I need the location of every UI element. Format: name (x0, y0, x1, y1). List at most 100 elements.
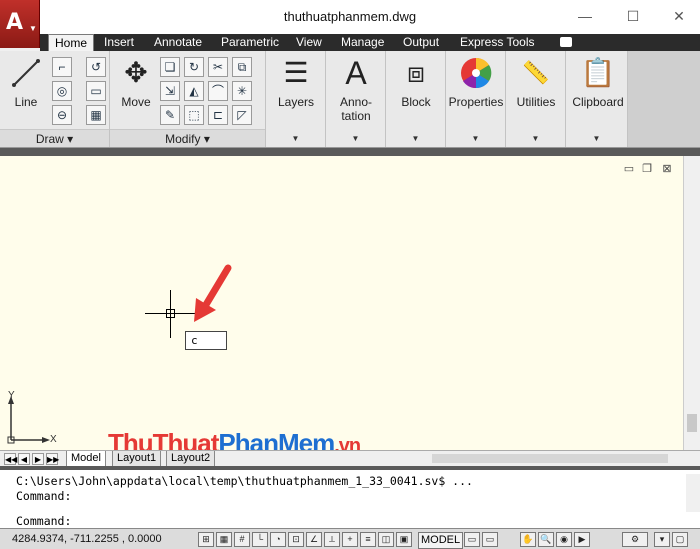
layers-label: Layers (277, 95, 315, 109)
mirror-icon[interactable]: ◭ (184, 81, 204, 101)
viewport-restore-icon[interactable]: ❐ (640, 162, 654, 176)
tab-model[interactable]: Model (66, 451, 106, 467)
viewport-minimize-icon[interactable]: ▭ (622, 162, 636, 176)
move-button[interactable]: ✥ Move (114, 55, 158, 129)
clean-screen-icon[interactable]: ▢ (672, 532, 688, 547)
application-menu-button[interactable]: A ▼ (0, 0, 40, 48)
maximize-button[interactable]: ☐ (618, 6, 648, 26)
polar-icon[interactable]: ◔ (270, 532, 286, 547)
vertical-scrollbar[interactable] (683, 156, 700, 450)
ortho-icon[interactable]: └ (252, 532, 268, 547)
layers-button[interactable]: ☰ Layers (270, 55, 322, 129)
explode-icon[interactable]: ✳ (232, 81, 252, 101)
minimize-ribbon-icon[interactable] (560, 37, 572, 47)
clipboard-dropdown-icon[interactable]: ▼ (566, 134, 627, 143)
otrack-icon[interactable]: ∠ (306, 532, 322, 547)
quick-properties-icon[interactable]: ▣ (396, 532, 412, 547)
pan-icon[interactable]: ✋ (520, 532, 536, 547)
chamfer-icon[interactable]: ◸ (232, 105, 252, 125)
copy-icon[interactable]: ❏ (160, 57, 180, 77)
tab-view[interactable]: View (290, 34, 328, 51)
dynamic-input-icon[interactable]: + (342, 532, 358, 547)
scale-icon[interactable]: ⬚ (184, 105, 204, 125)
dynamic-input-field[interactable]: c (185, 331, 227, 350)
draw-panel: Line ⌐ ◎ ⊖ ↺ ▭ ▦ Draw ▾ (0, 51, 110, 147)
ducs-icon[interactable]: ⟂ (324, 532, 340, 547)
line-button[interactable]: Line (4, 55, 48, 129)
quick-view-layouts-icon[interactable]: ▭ (464, 532, 480, 547)
properties-button[interactable]: Properties (448, 55, 504, 129)
grid-icon[interactable]: # (234, 532, 250, 547)
tab-manage[interactable]: Manage (335, 34, 390, 51)
block-label: Block (401, 95, 431, 109)
osnap-icon[interactable]: ⊡ (288, 532, 304, 547)
offset-icon[interactable]: ⊏ (208, 105, 228, 125)
annotation-label-top: Anno- (339, 95, 373, 109)
hatch-icon[interactable]: ▦ (86, 105, 106, 125)
tab-parametric[interactable]: Parametric (215, 34, 285, 51)
drawing-canvas[interactable] (0, 156, 683, 450)
draw-panel-title[interactable]: Draw ▾ (0, 129, 109, 147)
prev-layout-button[interactable]: ◀ (18, 453, 30, 465)
tab-express-tools[interactable]: Express Tools (454, 34, 540, 51)
block-button[interactable]: ⧈ Block (390, 55, 442, 129)
lineweight-icon[interactable]: ≡ (360, 532, 376, 547)
polyline-icon[interactable]: ⌐ (52, 57, 72, 77)
ribbon-tabs: Home Insert Annotate Parametric View Man… (40, 34, 700, 51)
title-bar: thuthuatphanmem.dwg — ☐ ✕ (0, 0, 700, 34)
workspace-switching-icon[interactable]: ⚙ (622, 532, 648, 547)
horizontal-scrollbar-track[interactable] (432, 454, 668, 463)
close-button[interactable]: ✕ (664, 6, 694, 26)
transparency-icon[interactable]: ◫ (378, 532, 394, 547)
horizontal-scrollbar[interactable] (420, 452, 680, 464)
line-label: Line (14, 95, 38, 109)
tab-insert[interactable]: Insert (98, 34, 140, 51)
annotation-dropdown-icon[interactable]: ▼ (326, 134, 385, 143)
tab-home[interactable]: Home (48, 34, 95, 51)
block-dropdown-icon[interactable]: ▼ (386, 134, 445, 143)
infer-constraints-icon[interactable]: ⊞ (198, 532, 214, 547)
quick-view-drawings-icon[interactable]: ▭ (482, 532, 498, 547)
scrollbar-thumb[interactable] (687, 414, 697, 432)
tab-layout1[interactable]: Layout1 (112, 451, 162, 467)
first-layout-button[interactable]: ◀◀ (4, 453, 17, 465)
fillet-icon[interactable]: ⌒ (208, 81, 228, 101)
tab-layout2[interactable]: Layout2 (166, 451, 216, 467)
next-layout-button[interactable]: ▶ (32, 453, 44, 465)
ellipse-icon[interactable]: ⊖ (52, 105, 72, 125)
properties-panel: Properties ▼ (446, 51, 506, 147)
modify-panel-title[interactable]: Modify ▾ (110, 129, 265, 147)
command-scrollbar[interactable] (686, 474, 700, 512)
annotation-button[interactable]: A Anno- tation (330, 55, 382, 129)
status-menu-icon[interactable]: ▾ (654, 532, 670, 547)
rectangle-icon[interactable]: ▭ (86, 81, 106, 101)
model-space-toggle[interactable]: MODEL (418, 532, 464, 549)
array-icon[interactable]: ⧉ (232, 57, 252, 77)
last-layout-button[interactable]: ▶▶ (46, 453, 59, 465)
ribbon-empty-area (628, 51, 700, 147)
minimize-button[interactable]: — (570, 6, 600, 26)
layers-dropdown-icon[interactable]: ▼ (266, 134, 325, 143)
command-history-line-2: Command: (16, 489, 72, 503)
rotate-icon[interactable]: ↻ (184, 57, 204, 77)
trim-icon[interactable]: ✂ (208, 57, 228, 77)
command-prompt[interactable]: Command: (16, 514, 71, 528)
utilities-button[interactable]: 📏 Utilities (510, 55, 562, 129)
properties-dropdown-icon[interactable]: ▼ (446, 134, 505, 143)
snap-icon[interactable]: ▦ (216, 532, 232, 547)
stretch-icon[interactable]: ⇲ (160, 81, 180, 101)
viewport-close-icon[interactable]: ⊠ (660, 162, 674, 176)
steering-wheel-icon[interactable]: ◉ (556, 532, 572, 547)
erase-icon[interactable]: ✎ (160, 105, 180, 125)
coordinates-readout[interactable]: 4284.9374, -711.2255 , 0.0000 (12, 533, 162, 545)
zoom-icon[interactable]: 🔍 (538, 532, 554, 547)
arc-icon[interactable]: ↺ (86, 57, 106, 77)
chevron-down-icon: ▼ (29, 24, 37, 33)
tab-output[interactable]: Output (397, 34, 445, 51)
annotation-panel: A Anno- tation ▼ (326, 51, 386, 147)
tab-annotate[interactable]: Annotate (148, 34, 208, 51)
clipboard-button[interactable]: 📋 Clipboard (570, 55, 626, 129)
circle-icon[interactable]: ◎ (52, 81, 72, 101)
showmotion-icon[interactable]: ▶ (574, 532, 590, 547)
utilities-dropdown-icon[interactable]: ▼ (506, 134, 565, 143)
